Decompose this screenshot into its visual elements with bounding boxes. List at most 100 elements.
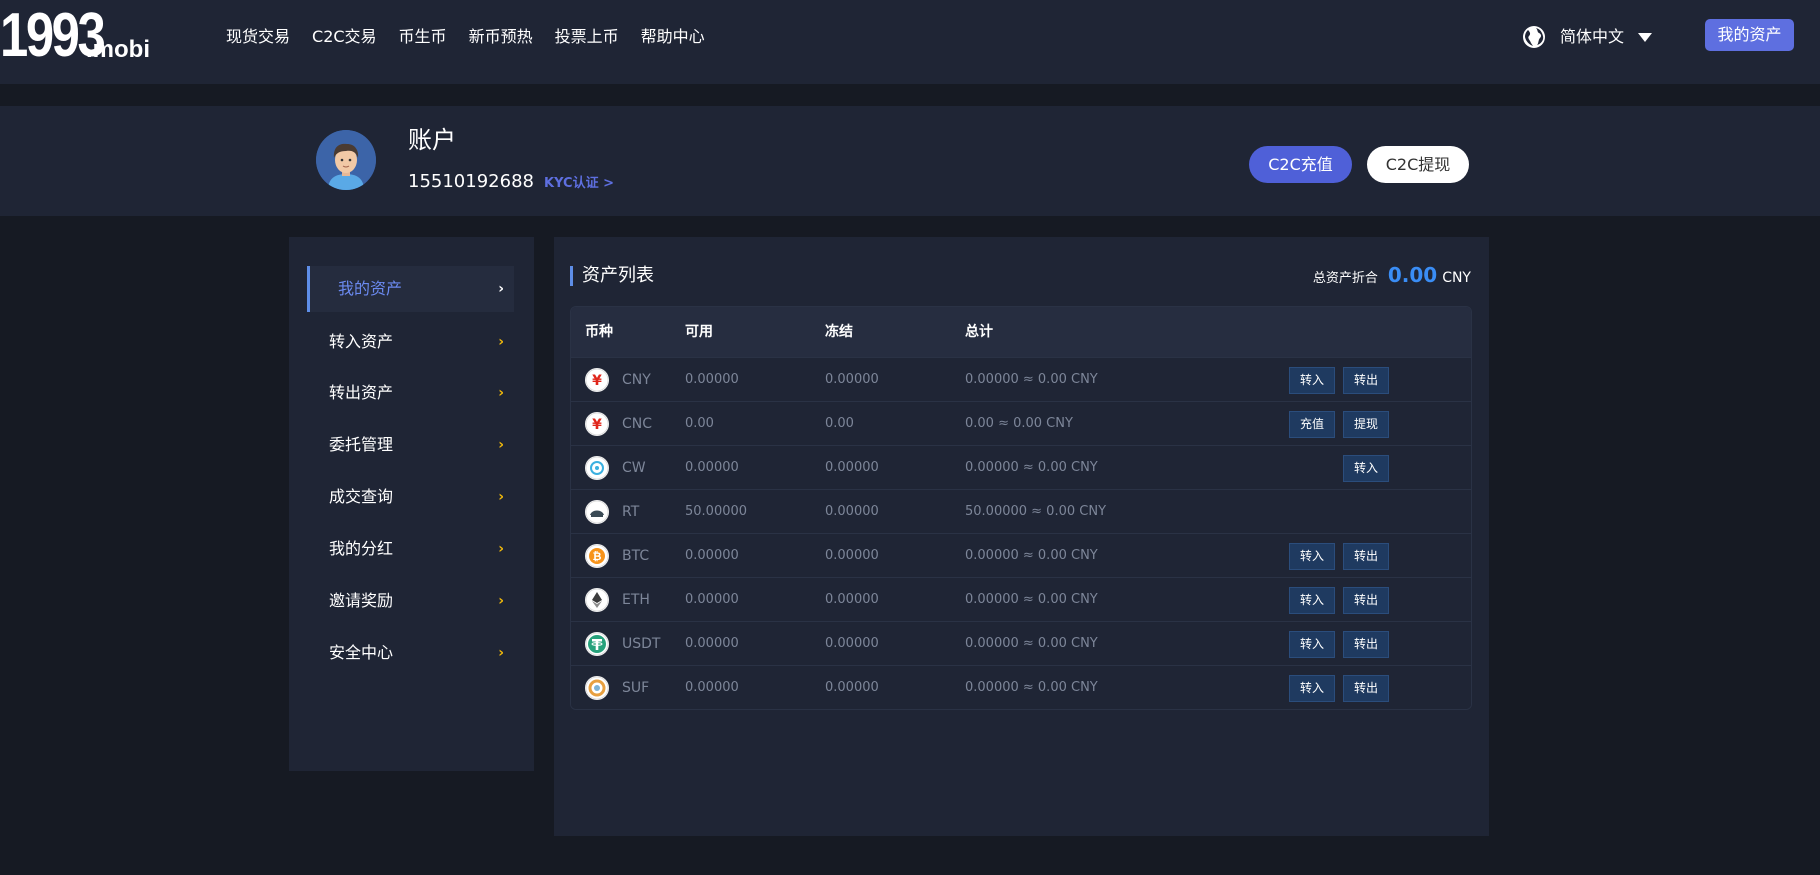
table-row: ₿ BTC 0.00000 0.00000 0.00000 ≈ 0.00 CNY 转入 转出 <box>571 533 1471 577</box>
user-avatar-icon <box>316 130 376 190</box>
sidebar-item-withdraw-assets[interactable]: 转出资产 › <box>307 370 514 416</box>
sidebar-item-label: 成交查询 <box>329 487 394 506</box>
bitcoin-icon: ₿ <box>585 544 609 568</box>
available-amount: 0.00000 <box>685 460 739 475</box>
yuan-icon: ¥ <box>585 412 609 436</box>
transfer-out-button[interactable]: 转出 <box>1343 543 1389 570</box>
svg-text:¥: ¥ <box>592 373 602 389</box>
tether-icon <box>585 632 609 656</box>
available-amount: 0.00000 <box>685 372 739 387</box>
frozen-amount: 0.00000 <box>825 372 879 387</box>
column-header-total: 总计 <box>965 324 993 340</box>
coin-name: RT <box>622 504 640 520</box>
available-amount: 0.00000 <box>685 592 739 607</box>
deposit-button[interactable]: 充值 <box>1289 411 1335 438</box>
account-phone: 15510192688 <box>408 171 534 192</box>
transfer-in-button[interactable]: 转入 <box>1289 587 1335 614</box>
nav-coin-earn[interactable]: 币生币 <box>399 24 447 50</box>
available-amount: 0.00000 <box>685 680 739 695</box>
ethereum-icon <box>585 588 609 612</box>
sidebar-item-deposit-assets[interactable]: 转入资产 › <box>307 319 514 365</box>
transfer-out-button[interactable]: 转出 <box>1343 675 1389 702</box>
globe-icon <box>1523 26 1545 48</box>
c2c-withdraw-button[interactable]: C2C提现 <box>1367 146 1469 183</box>
nav-new-coin-preview[interactable]: 新币预热 <box>469 24 533 50</box>
coin-name: CNY <box>622 372 651 388</box>
sidebar-item-label: 邀请奖励 <box>329 591 394 610</box>
sidebar-item-label: 安全中心 <box>329 643 394 662</box>
frozen-amount: 0.00000 <box>825 548 879 563</box>
transfer-out-button[interactable]: 转出 <box>1343 631 1389 658</box>
my-assets-button[interactable]: 我的资产 <box>1705 19 1794 51</box>
table-row: ETH 0.00000 0.00000 0.00000 ≈ 0.00 CNY 转入 转出 <box>571 577 1471 621</box>
transfer-in-button[interactable]: 转入 <box>1289 367 1335 394</box>
top-navigation-bar: 1993 .mobi 现货交易 C2C交易 币生币 新币预热 投票上币 帮助中心 … <box>0 0 1820 84</box>
table-row: CW 0.00000 0.00000 0.00000 ≈ 0.00 CNY 转入 <box>571 445 1471 489</box>
chevron-right-icon: › <box>498 437 504 453</box>
frozen-amount: 0.00000 <box>825 460 879 475</box>
table-row: SUF 0.00000 0.00000 0.00000 ≈ 0.00 CNY 转入 转出 <box>571 665 1471 709</box>
sidebar-item-invite-rewards[interactable]: 邀请奖励 › <box>307 578 514 624</box>
sidebar-item-trade-history[interactable]: 成交查询 › <box>307 474 514 520</box>
svg-text:¥: ¥ <box>592 417 602 433</box>
table-row: ¥ CNY 0.00000 0.00000 0.00000 ≈ 0.00 CNY 转入 转出 <box>571 357 1471 401</box>
nav-vote-listing[interactable]: 投票上币 <box>555 24 619 50</box>
nav-spot-trading[interactable]: 现货交易 <box>226 24 290 50</box>
sidebar-item-dividends[interactable]: 我的分红 › <box>307 526 514 572</box>
total-amount: 0.00000 ≈ 0.00 CNY <box>965 460 1098 475</box>
coin-name: SUF <box>622 680 650 696</box>
avatar <box>316 130 376 190</box>
available-amount: 50.00000 <box>685 504 748 519</box>
chevron-right-icon: › <box>498 385 504 401</box>
table-body: ¥ CNY 0.00000 0.00000 0.00000 ≈ 0.00 CNY 转入 转出… <box>571 357 1471 709</box>
c2c-deposit-button[interactable]: C2C充值 <box>1249 146 1352 183</box>
rt-coin-icon <box>585 500 609 524</box>
nav-help-center[interactable]: 帮助中心 <box>641 24 705 50</box>
site-logo[interactable]: 1993 .mobi <box>0 5 150 67</box>
coin-name: CNC <box>622 416 653 432</box>
total-assets-label: 总资产折合 <box>1312 271 1378 286</box>
sidebar-item-label: 我的分红 <box>329 539 394 558</box>
asset-table: 币种 可用 冻结 总计 ¥ CNY 0.00000 0.00000 0.00000 ≈ … <box>570 306 1472 710</box>
section-accent-bar <box>570 266 573 286</box>
language-selector[interactable]: 简体中文 <box>1522 24 1653 50</box>
coin-name: BTC <box>622 548 650 564</box>
available-amount: 0.00 <box>685 416 714 431</box>
account-sidebar: 我的资产 › 转入资产 › 转出资产 › 委托管理 › 成交查询 › 我的分红 … <box>289 237 534 771</box>
sidebar-item-security-center[interactable]: 安全中心 › <box>307 630 514 676</box>
chevron-right-icon: › <box>498 489 504 505</box>
total-assets-summary: 总资产折合 0.00 CNY <box>1313 263 1471 287</box>
column-header-frozen: 冻结 <box>825 324 853 340</box>
total-amount: 0.00 ≈ 0.00 CNY <box>965 416 1073 431</box>
kyc-verification-link[interactable]: KYC认证 > <box>544 174 614 194</box>
transfer-in-button[interactable]: 转入 <box>1289 675 1335 702</box>
chevron-right-icon: › <box>498 645 504 661</box>
column-header-coin: 币种 <box>585 324 613 340</box>
svg-text:₿: ₿ <box>593 550 602 563</box>
frozen-amount: 0.00000 <box>825 680 879 695</box>
transfer-in-button[interactable]: 转入 <box>1343 455 1389 482</box>
sidebar-item-label: 我的资产 <box>338 279 403 298</box>
coin-name: CW <box>622 460 646 476</box>
account-header: 账户 15510192688 KYC认证 > C2C充值 C2C提现 <box>0 106 1820 216</box>
table-row: RT 50.00000 0.00000 50.00000 ≈ 0.00 CNY <box>571 489 1471 533</box>
account-title: 账户 <box>408 126 456 154</box>
withdraw-button[interactable]: 提现 <box>1343 411 1389 438</box>
transfer-out-button[interactable]: 转出 <box>1343 367 1389 394</box>
sidebar-item-label: 委托管理 <box>329 435 394 454</box>
total-assets-value: 0.00 <box>1387 263 1438 287</box>
sidebar-item-my-assets[interactable]: 我的资产 › <box>307 266 514 312</box>
chevron-right-icon: › <box>498 541 504 557</box>
transfer-in-button[interactable]: 转入 <box>1289 543 1335 570</box>
main-nav: 现货交易 C2C交易 币生币 新币预热 投票上币 帮助中心 <box>226 24 727 50</box>
total-amount: 50.00000 ≈ 0.00 CNY <box>965 504 1107 519</box>
table-header: 币种 可用 冻结 总计 <box>571 307 1471 357</box>
total-assets-unit: CNY <box>1442 270 1471 286</box>
transfer-out-button[interactable]: 转出 <box>1343 587 1389 614</box>
available-amount: 0.00000 <box>685 636 739 651</box>
total-amount: 0.00000 ≈ 0.00 CNY <box>965 680 1098 695</box>
sidebar-item-order-management[interactable]: 委托管理 › <box>307 422 514 468</box>
transfer-in-button[interactable]: 转入 <box>1289 631 1335 658</box>
nav-c2c-trading[interactable]: C2C交易 <box>312 24 377 50</box>
column-header-available: 可用 <box>685 324 713 340</box>
